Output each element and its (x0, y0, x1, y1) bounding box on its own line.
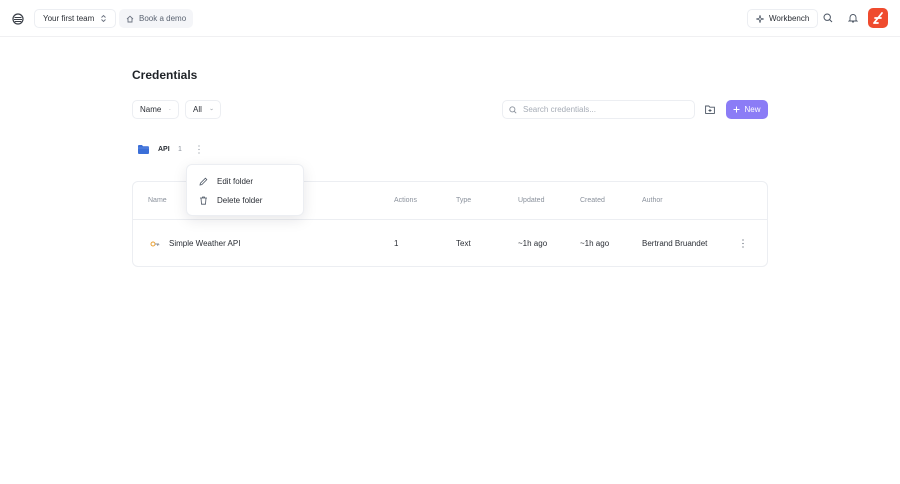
menu-item-edit-folder[interactable]: Edit folder (187, 172, 305, 190)
sparkle-icon (756, 14, 764, 23)
credential-type: Text (456, 239, 471, 248)
folder-menu-button[interactable] (195, 144, 203, 155)
filter-dropdown[interactable]: All (185, 100, 221, 119)
column-header-name[interactable]: Name (148, 197, 167, 204)
workbench-label: Workbench (769, 14, 810, 23)
workbench-button[interactable]: Workbench (747, 9, 819, 28)
kebab-icon (742, 239, 744, 248)
chevron-down-icon (210, 108, 213, 111)
chevron-updown-icon (101, 14, 107, 23)
search-input[interactable] (523, 105, 683, 114)
kebab-icon (198, 145, 200, 154)
credential-actions: 1 (394, 239, 399, 248)
new-credential-label: New (744, 105, 761, 114)
credential-created: ~1h ago (580, 239, 610, 248)
row-menu-button[interactable] (739, 238, 747, 249)
column-header-type[interactable]: Type (456, 197, 471, 204)
menu-item-label: Edit folder (217, 176, 254, 186)
menu-item-delete-folder[interactable]: Delete folder (187, 191, 305, 209)
credential-name[interactable]: Simple Weather API (169, 239, 240, 248)
trash-icon (200, 196, 207, 205)
menu-item-label: Delete folder (217, 195, 263, 205)
book-demo-label: Book a demo (139, 14, 187, 23)
search-icon (509, 105, 517, 114)
key-icon (150, 241, 160, 247)
notifications-button[interactable] (847, 12, 859, 24)
search-icon (823, 13, 833, 23)
brand-logo[interactable] (868, 8, 888, 28)
folder-context-menu: Edit folder Delete folder (186, 164, 304, 216)
column-header-created[interactable]: Created (580, 197, 605, 204)
folder-plus-icon (704, 105, 715, 114)
column-header-updated[interactable]: Updated (518, 197, 544, 204)
credential-updated: ~1h ago (518, 239, 548, 248)
brand-logo-icon (873, 12, 883, 24)
pencil-icon (199, 177, 208, 186)
global-search-button[interactable] (822, 12, 834, 24)
book-demo-button[interactable]: Book a demo (119, 9, 194, 28)
logo-icon[interactable] (12, 13, 24, 25)
new-folder-button[interactable] (702, 102, 717, 117)
plus-icon (733, 106, 740, 113)
chevron-down-icon (169, 109, 171, 110)
folder-count: 1 (178, 146, 182, 153)
team-switcher-button[interactable]: Your first team (34, 9, 117, 28)
sort-dropdown[interactable]: Name (132, 100, 179, 119)
sort-dropdown-label: Name (140, 105, 162, 114)
folder-icon[interactable] (138, 145, 149, 154)
top-bar: Your first team Book a demo Workbench (0, 0, 900, 37)
column-header-actions[interactable]: Actions (394, 197, 417, 204)
new-credential-button[interactable]: New (726, 100, 768, 119)
folder-name[interactable]: API (158, 146, 170, 153)
home-icon (126, 15, 134, 22)
search-field[interactable] (502, 100, 695, 119)
bell-icon (848, 14, 858, 23)
team-switcher-label: Your first team (43, 14, 95, 23)
page-title: Credentials (132, 68, 198, 82)
credential-author: Bertrand Bruandet (642, 239, 708, 248)
column-header-author[interactable]: Author (642, 197, 663, 204)
filter-dropdown-label: All (193, 105, 202, 114)
table-divider (133, 219, 767, 220)
